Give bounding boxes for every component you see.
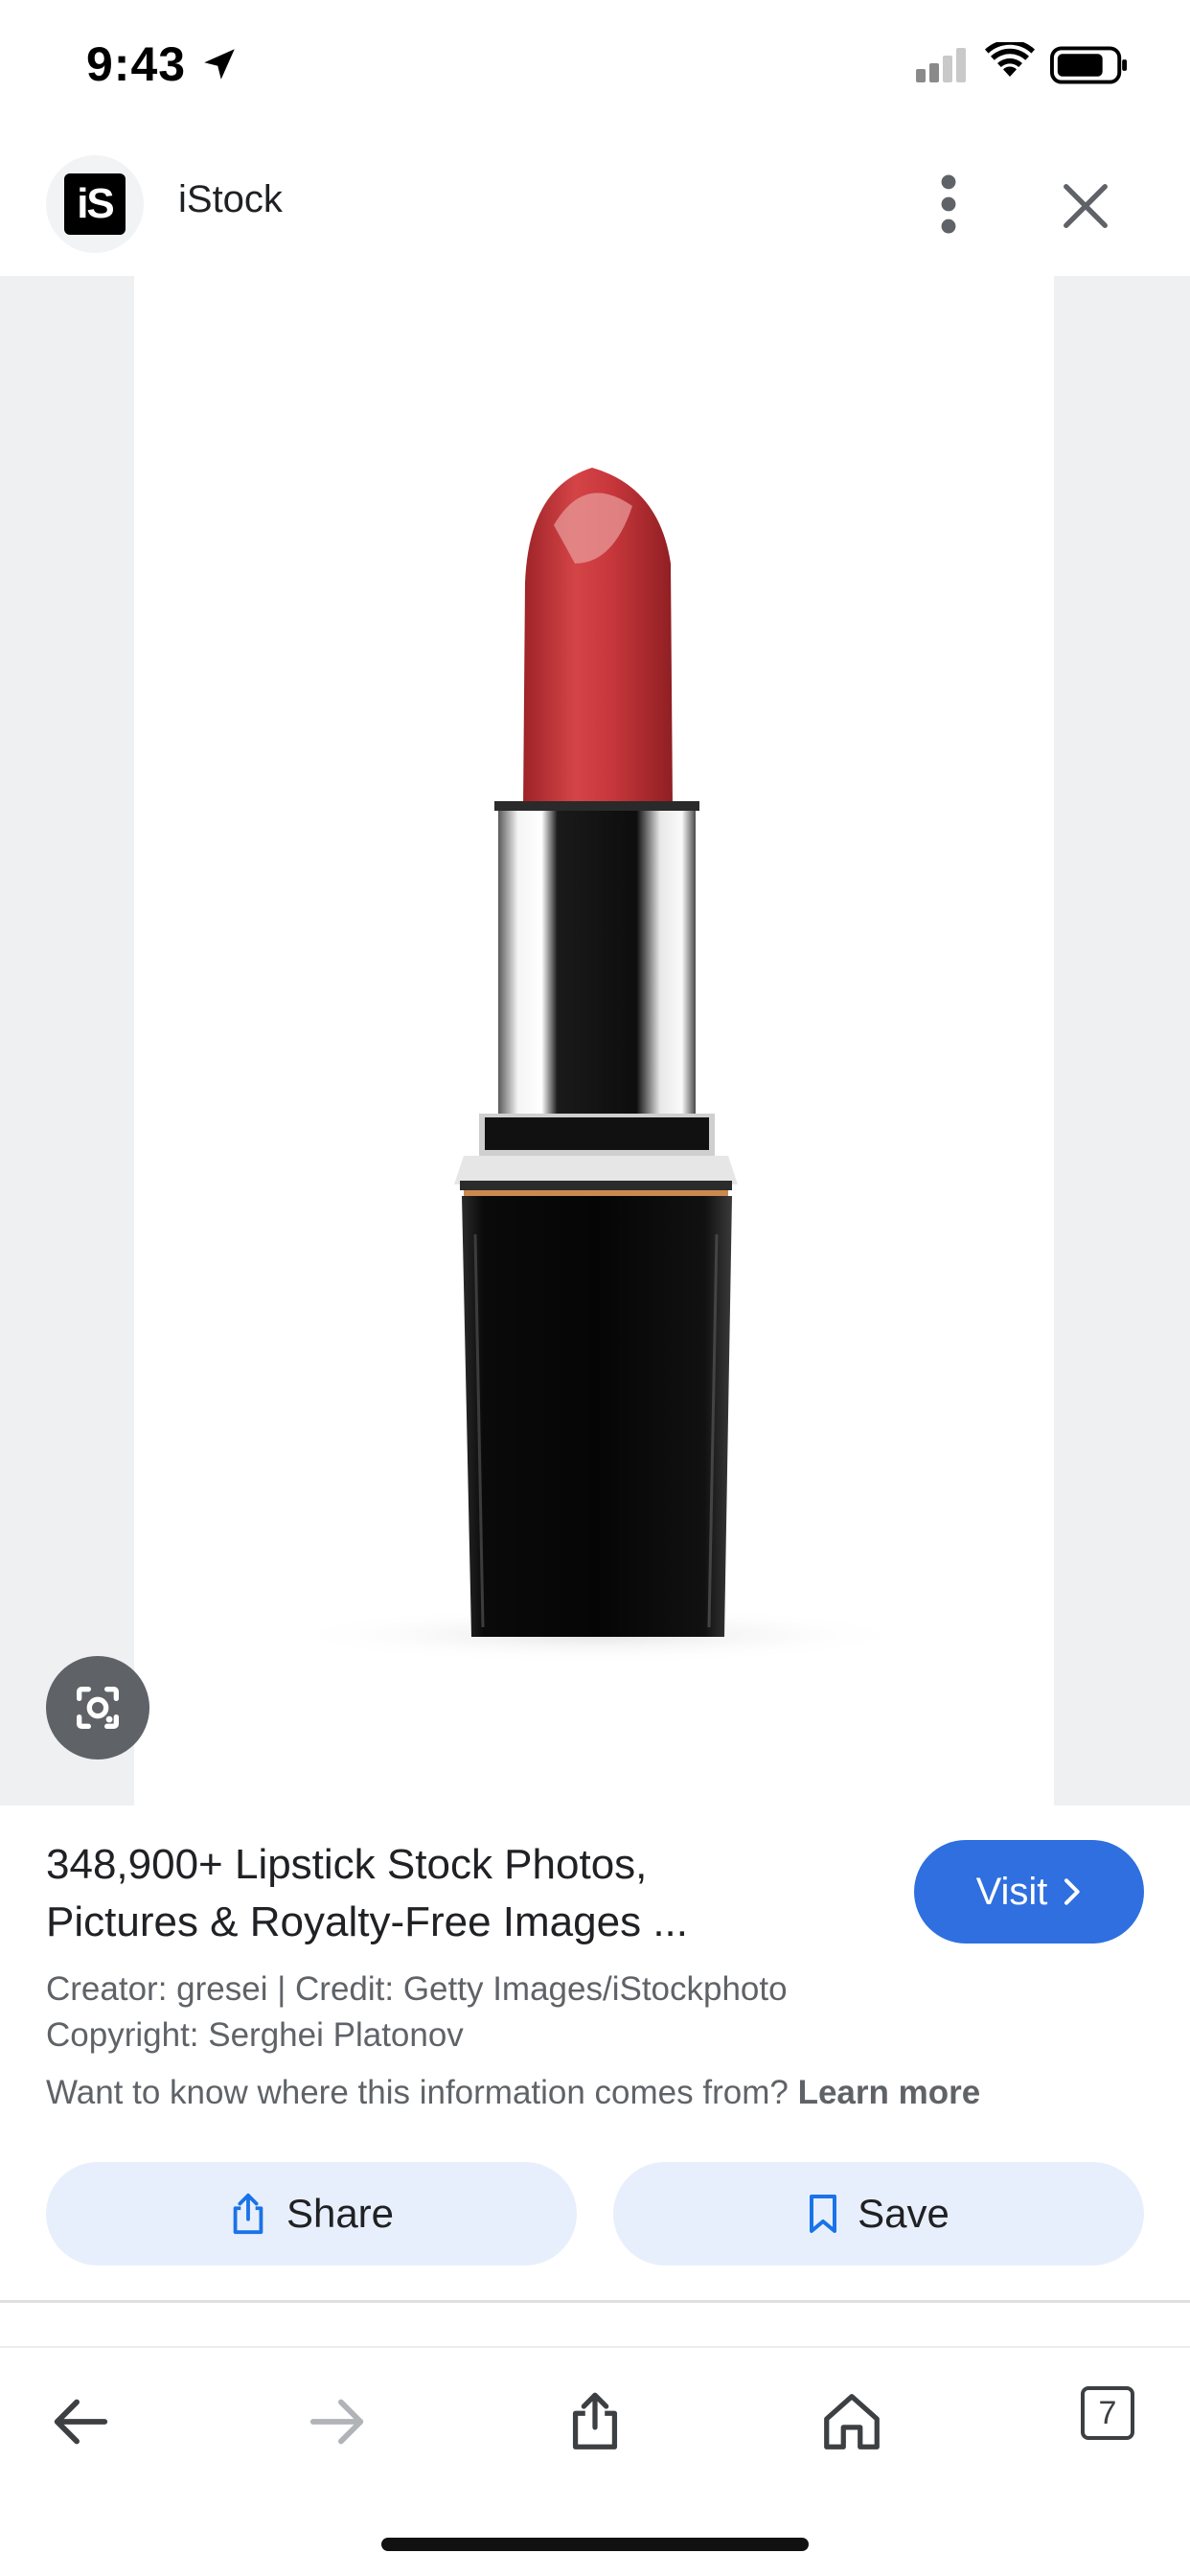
save-label: Save <box>858 2191 950 2236</box>
lens-icon <box>77 1687 119 1729</box>
bookmark-icon <box>810 2195 837 2233</box>
google-lens-button[interactable] <box>46 1656 149 1760</box>
status-bar: 9:43 <box>0 0 1190 134</box>
site-favicon[interactable]: iS <box>46 155 144 253</box>
info-source-text: Want to know where this information come… <box>46 2074 980 2112</box>
browser-toolbar: 7 <box>0 2346 1190 2482</box>
location-arrow-icon <box>204 49 235 80</box>
creator-credit: Creator: gresei | Credit: Getty Images/i… <box>46 1970 788 2008</box>
chevron-right-icon <box>1064 1878 1081 1905</box>
lipstick-photo <box>282 468 914 1664</box>
lipstick-image[interactable] <box>134 276 1054 1806</box>
share-page-icon[interactable] <box>561 2388 629 2455</box>
visit-button[interactable]: Visit <box>914 1840 1144 1944</box>
home-indicator <box>381 2538 809 2551</box>
save-button[interactable]: Save <box>613 2162 1144 2266</box>
tab-switcher-button[interactable]: 7 <box>1081 2386 1134 2440</box>
site-name[interactable]: iStock <box>178 178 283 221</box>
home-icon[interactable] <box>818 2388 885 2455</box>
result-title[interactable]: 348,900+ Lipstick Stock Photos, Pictures… <box>46 1836 870 1951</box>
istock-logo: iS <box>64 173 126 235</box>
info-question: Want to know where this information come… <box>46 2074 789 2111</box>
result-title-line-2: Pictures & Royalty-Free Images ... <box>46 1898 688 1945</box>
close-icon[interactable] <box>1060 180 1111 232</box>
visit-label: Visit <box>975 1870 1048 1913</box>
forward-arrow-icon[interactable] <box>305 2388 372 2455</box>
back-arrow-icon[interactable] <box>46 2388 113 2455</box>
divider <box>0 2300 1190 2303</box>
status-time: 9:43 <box>86 37 187 91</box>
result-header: iS iStock <box>0 144 1190 276</box>
image-preview-area[interactable] <box>0 276 1190 1806</box>
result-title-line-1: 348,900+ Lipstick Stock Photos, <box>46 1841 648 1888</box>
more-options-icon[interactable] <box>929 172 968 236</box>
copyright: Copyright: Serghei Platonov <box>46 2016 464 2054</box>
learn-more-link[interactable]: Learn more <box>798 2074 981 2111</box>
wifi-icon <box>985 42 1035 77</box>
share-icon <box>233 2193 263 2235</box>
battery-icon <box>1050 46 1128 84</box>
share-label: Share <box>286 2191 395 2236</box>
share-button[interactable]: Share <box>46 2162 577 2266</box>
cellular-signal-icon <box>916 48 966 82</box>
